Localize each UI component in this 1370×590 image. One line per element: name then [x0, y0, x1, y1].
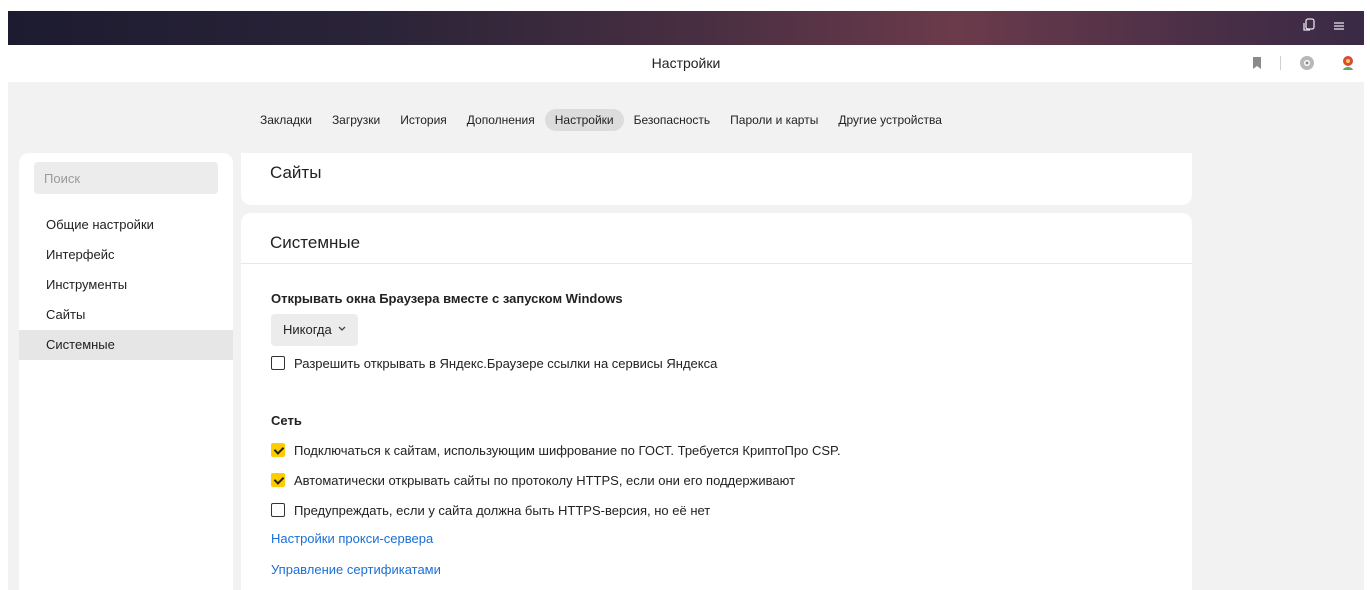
tab-passwords[interactable]: Пароли и карты	[720, 109, 828, 131]
tab-other-devices[interactable]: Другие устройства	[828, 109, 952, 131]
tab-settings[interactable]: Настройки	[544, 109, 624, 131]
gost-label: Подключаться к сайтам, использующим шифр…	[294, 442, 841, 458]
allow-links-checkbox[interactable]	[271, 356, 285, 370]
card-divider	[241, 263, 1192, 264]
sidebar-item-tools[interactable]: Инструменты	[19, 270, 233, 300]
sidebar-item-system[interactable]: Системные	[19, 330, 233, 360]
window-top-edge	[0, 0, 1370, 11]
divider	[1280, 56, 1281, 70]
tab-extensions[interactable]: Дополнения	[457, 109, 545, 131]
chevron-down-icon	[338, 314, 346, 346]
tab-bookmarks[interactable]: Закладки	[250, 109, 322, 131]
tab-security[interactable]: Безопасность	[624, 109, 721, 131]
tab-copy-icon[interactable]	[1301, 18, 1319, 36]
gost-row[interactable]: Подключаться к сайтам, использующим шифр…	[271, 440, 841, 460]
network-label: Сеть	[271, 413, 302, 428]
menu-icon[interactable]	[1330, 18, 1348, 36]
startup-dropdown[interactable]: Никогда	[271, 314, 358, 346]
system-card-title: Системные	[270, 233, 361, 252]
system-card: Системные Открывать окна Браузера вместе…	[241, 213, 1192, 590]
startup-dropdown-value: Никогда	[283, 322, 332, 337]
allow-links-label: Разрешить открывать в Яндекс.Браузере сс…	[294, 355, 718, 371]
sidebar-item-sites[interactable]: Сайты	[19, 300, 233, 330]
allow-links-row[interactable]: Разрешить открывать в Яндекс.Браузере сс…	[271, 353, 717, 373]
extension-icon[interactable]	[1298, 54, 1316, 72]
profile-icon[interactable]	[1339, 54, 1357, 72]
page-title: Настройки	[651, 55, 721, 71]
sites-card-title: Сайты	[270, 163, 322, 182]
search-input[interactable]	[34, 162, 218, 194]
certificates-link[interactable]: Управление сертификатами	[271, 562, 441, 577]
proxy-settings-link[interactable]: Настройки прокси-сервера	[271, 531, 433, 546]
tab-downloads[interactable]: Загрузки	[322, 109, 390, 131]
https-auto-label: Автоматически открывать сайты по протоко…	[294, 472, 796, 488]
https-warn-row[interactable]: Предупреждать, если у сайта должна быть …	[271, 500, 710, 520]
sites-card: Сайты	[241, 153, 1192, 205]
sidebar-item-general[interactable]: Общие настройки	[19, 210, 233, 240]
https-warn-checkbox[interactable]	[271, 503, 285, 517]
sidebar-item-interface[interactable]: Интерфейс	[19, 240, 233, 270]
settings-tabs: Закладки Загрузки История Дополнения Нас…	[250, 108, 952, 132]
https-warn-label: Предупреждать, если у сайта должна быть …	[294, 502, 711, 518]
window-titlebar	[8, 11, 1364, 45]
https-auto-checkbox[interactable]	[271, 473, 285, 487]
settings-sidebar: Общие настройки Интерфейс Инструменты Са…	[19, 153, 233, 590]
startup-label: Открывать окна Браузера вместе с запуско…	[271, 291, 623, 306]
bookmark-icon[interactable]	[1248, 54, 1266, 72]
https-auto-row[interactable]: Автоматически открывать сайты по протоко…	[271, 470, 795, 490]
gost-checkbox[interactable]	[271, 443, 285, 457]
address-bar: Настройки	[8, 45, 1364, 83]
search-box	[34, 162, 218, 194]
tab-history[interactable]: История	[390, 109, 457, 131]
